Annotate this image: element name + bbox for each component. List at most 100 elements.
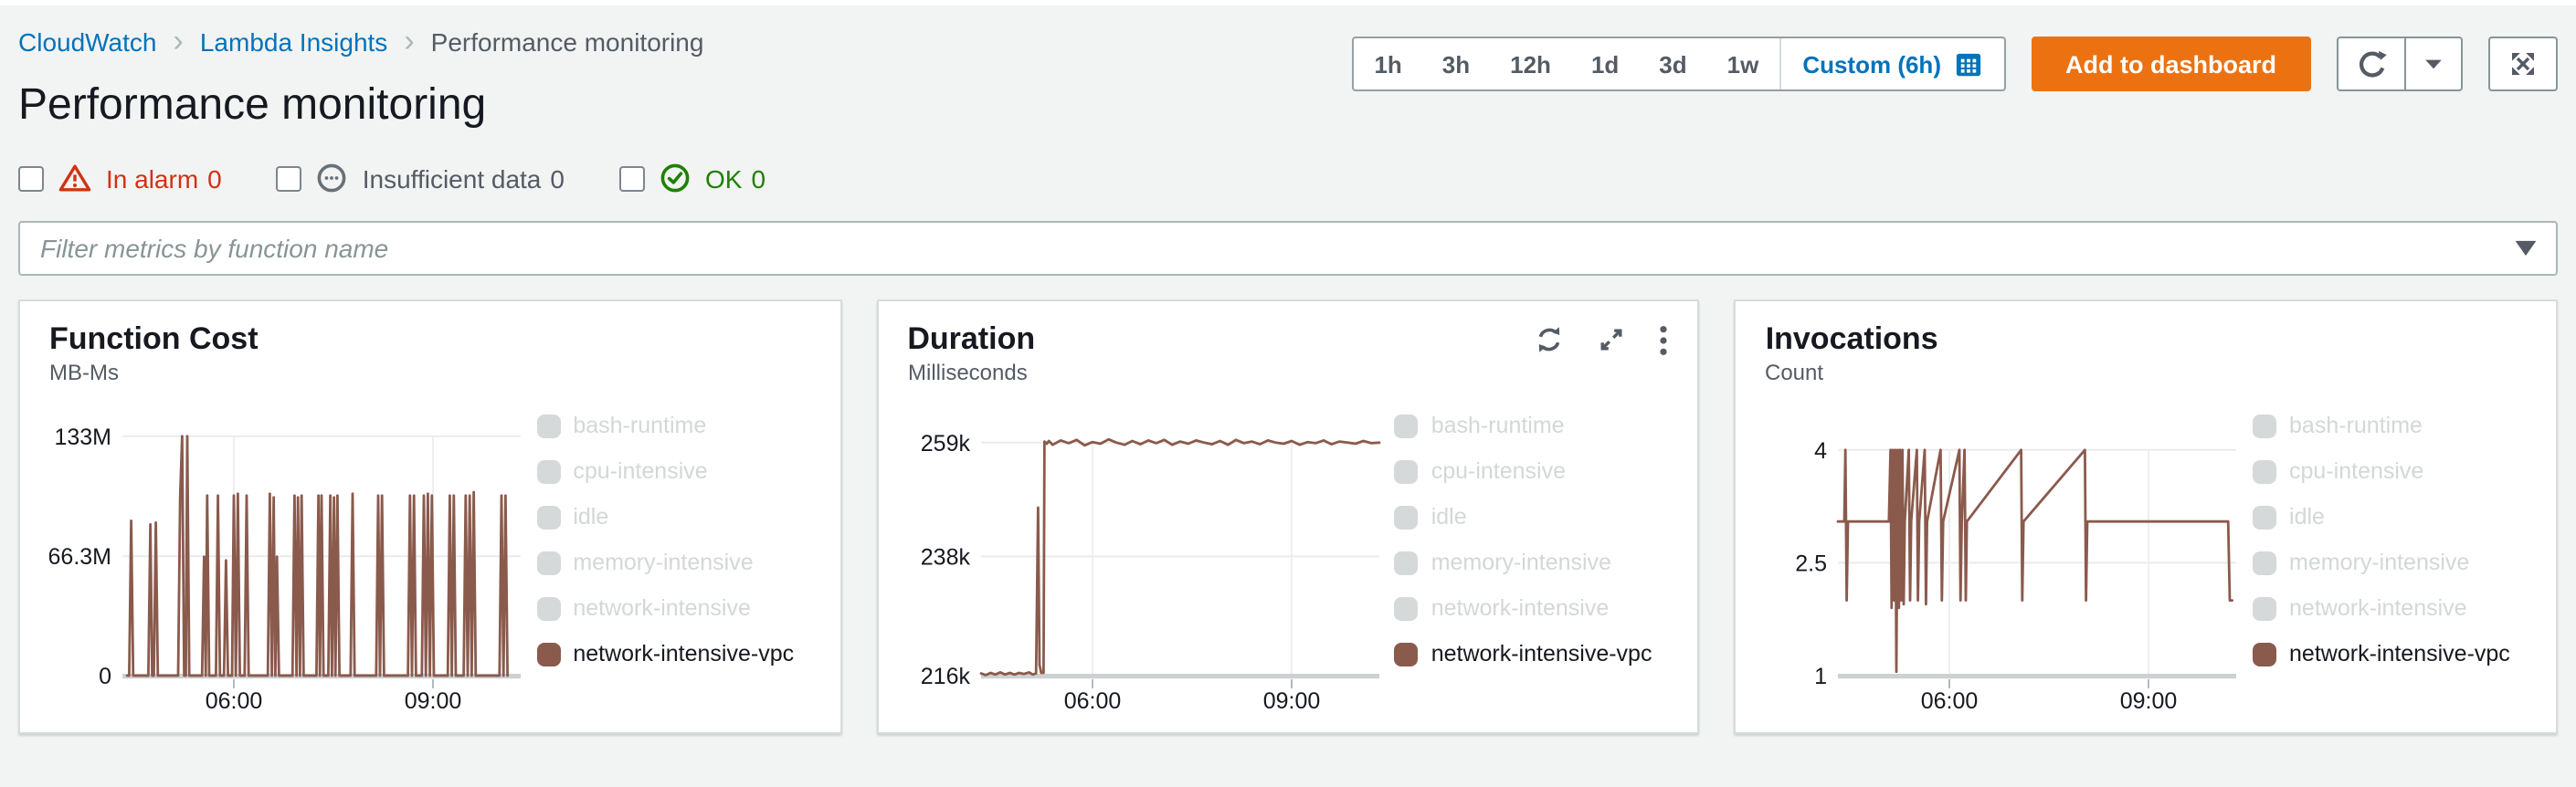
legend-item-network-intensive-vpc[interactable]: network-intensive-vpc (1395, 641, 1669, 666)
legend-swatch-icon (2253, 596, 2276, 620)
svg-text:2.5: 2.5 (1796, 551, 1828, 576)
card-title-invocations: Invocations (1766, 321, 2527, 358)
svg-text:Milliseconds: Milliseconds (907, 361, 1027, 385)
legend-label: idle (573, 504, 608, 530)
chart-legend: bash-runtime cpu-intensive idle memory-inte… (536, 413, 810, 666)
refresh-button[interactable] (2337, 37, 2406, 91)
in-alarm-label: In alarm (106, 163, 198, 193)
svg-text:238k: 238k (920, 544, 970, 570)
caret-down-icon (2421, 51, 2446, 77)
legend-item-memory-intensive[interactable]: memory-intensive (2253, 550, 2527, 575)
invocations-chart[interactable]: 42.5106:0009:00Count (1766, 358, 2250, 723)
header-controls: 1h3h12h1d3d1w Custom (6h) (1352, 37, 2558, 91)
page-title: Performance monitoring (18, 80, 703, 131)
expand-icon (1598, 325, 1627, 354)
legend-swatch-icon (1395, 459, 1419, 483)
legend-item-bash-runtime[interactable]: bash-runtime (1395, 413, 1669, 438)
filter-dropdown-icon[interactable] (2514, 237, 2538, 259)
legend-swatch-icon (2253, 551, 2276, 574)
widget-refresh-button[interactable] (1536, 325, 1565, 354)
alarm-state-filters: In alarm 0 Insufficient data 0 (18, 163, 2558, 194)
svg-text:06:00: 06:00 (1063, 688, 1121, 714)
legend-item-network-intensive-vpc[interactable]: network-intensive-vpc (536, 641, 810, 666)
legend-swatch-icon (536, 505, 560, 529)
svg-text:09:00: 09:00 (1262, 688, 1320, 714)
legend-swatch-icon (2253, 505, 2276, 529)
function-cost-chart[interactable]: 133M66.3M006:0009:00MB-Ms (49, 358, 533, 723)
fullscreen-button[interactable] (2488, 37, 2558, 91)
legend-item-bash-runtime[interactable]: bash-runtime (536, 413, 810, 438)
legend-label: memory-intensive (573, 550, 753, 575)
legend-swatch-icon (2253, 459, 2276, 483)
metrics-filter (18, 221, 2558, 276)
legend-item-network-intensive-vpc[interactable]: network-intensive-vpc (2253, 641, 2527, 666)
in-alarm-checkbox[interactable] (18, 165, 44, 191)
breadcrumb-link-cloudwatch[interactable]: CloudWatch (18, 27, 157, 57)
duration-card-actions (1536, 324, 1669, 355)
legend-label: memory-intensive (2289, 550, 2469, 575)
chart-legend: bash-runtime cpu-intensive idle memory-inte… (2253, 413, 2527, 666)
legend-item-bash-runtime[interactable]: bash-runtime (2253, 413, 2527, 438)
metric-cards: Function Cost 133M66.3M006:0009:00MB-Ms … (18, 299, 2558, 734)
legend-label: network-intensive-vpc (1431, 641, 1652, 666)
legend-item-idle[interactable]: idle (536, 504, 810, 530)
svg-text:216k: 216k (920, 664, 970, 689)
legend-item-cpu-intensive[interactable]: cpu-intensive (2253, 458, 2527, 484)
legend-swatch-icon (1395, 414, 1419, 437)
legend-swatch-icon (1395, 642, 1419, 666)
in-alarm-icon (58, 163, 91, 194)
insufficient-data-checkbox[interactable] (277, 165, 302, 191)
legend-label: idle (1431, 504, 1467, 530)
legend-item-network-intensive[interactable]: network-intensive (536, 595, 810, 621)
time-range-3d[interactable]: 3d (1639, 38, 1706, 89)
widget-menu-button[interactable] (1660, 324, 1669, 355)
breadcrumb-separator-icon: › (404, 29, 414, 55)
legend-label: bash-runtime (573, 413, 706, 438)
legend-item-network-intensive[interactable]: network-intensive (2253, 595, 2527, 621)
fullscreen-icon (2508, 49, 2538, 79)
widget-expand-button[interactable] (1598, 325, 1627, 354)
legend-label: idle (2289, 504, 2325, 530)
legend-item-cpu-intensive[interactable]: cpu-intensive (536, 458, 810, 484)
svg-text:09:00: 09:00 (405, 688, 462, 714)
time-range-1d[interactable]: 1d (1571, 38, 1639, 89)
legend-item-cpu-intensive[interactable]: cpu-intensive (1395, 458, 1669, 484)
legend-item-idle[interactable]: idle (1395, 504, 1669, 530)
duration-chart[interactable]: 259k238k216k06:0009:00Milliseconds (907, 358, 1391, 723)
legend-item-idle[interactable]: idle (2253, 504, 2527, 530)
time-range-1h[interactable]: 1h (1354, 38, 1421, 89)
legend-swatch-icon (536, 551, 560, 574)
ok-checkbox[interactable] (619, 165, 645, 191)
custom-time-range-button[interactable]: Custom (6h) (1779, 38, 2003, 89)
time-range-12h[interactable]: 12h (1490, 38, 1571, 89)
legend-item-memory-intensive[interactable]: memory-intensive (1395, 550, 1669, 575)
legend-label: bash-runtime (2289, 413, 2423, 438)
ok-label: OK (705, 163, 742, 193)
alarm-filter-insufficient-data: Insufficient data 0 (277, 163, 565, 194)
custom-time-range-label: Custom (6h) (1802, 50, 1941, 78)
breadcrumb-current-page: Performance monitoring (431, 27, 704, 57)
legend-item-network-intensive[interactable]: network-intensive (1395, 595, 1669, 621)
ok-icon (660, 163, 691, 194)
card-title-duration: Duration (907, 321, 1535, 358)
filter-metrics-input[interactable] (18, 221, 2558, 276)
in-alarm-count: 0 (207, 163, 222, 193)
svg-text:MB-Ms: MB-Ms (49, 361, 119, 385)
svg-text:4: 4 (1815, 438, 1828, 464)
time-range-control: 1h3h12h1d3d1w Custom (6h) (1352, 37, 2005, 91)
time-range-1w[interactable]: 1w (1707, 38, 1779, 89)
legend-label: network-intensive-vpc (2289, 641, 2510, 666)
breadcrumb-link-lambda-insights[interactable]: Lambda Insights (200, 27, 387, 57)
function-cost-card: Function Cost 133M66.3M006:0009:00MB-Ms … (18, 299, 841, 734)
legend-swatch-icon (536, 642, 560, 666)
legend-swatch-icon (2253, 642, 2276, 666)
legend-item-memory-intensive[interactable]: memory-intensive (536, 550, 810, 575)
refresh-options-button[interactable] (2404, 37, 2463, 91)
legend-swatch-icon (536, 596, 560, 620)
legend-label: network-intensive (1431, 595, 1610, 621)
add-to-dashboard-button[interactable]: Add to dashboard (2031, 37, 2311, 91)
time-range-3h[interactable]: 3h (1422, 38, 1490, 89)
svg-text:1: 1 (1815, 664, 1828, 689)
refresh-button-group (2337, 37, 2463, 91)
svg-text:06:00: 06:00 (206, 688, 263, 714)
